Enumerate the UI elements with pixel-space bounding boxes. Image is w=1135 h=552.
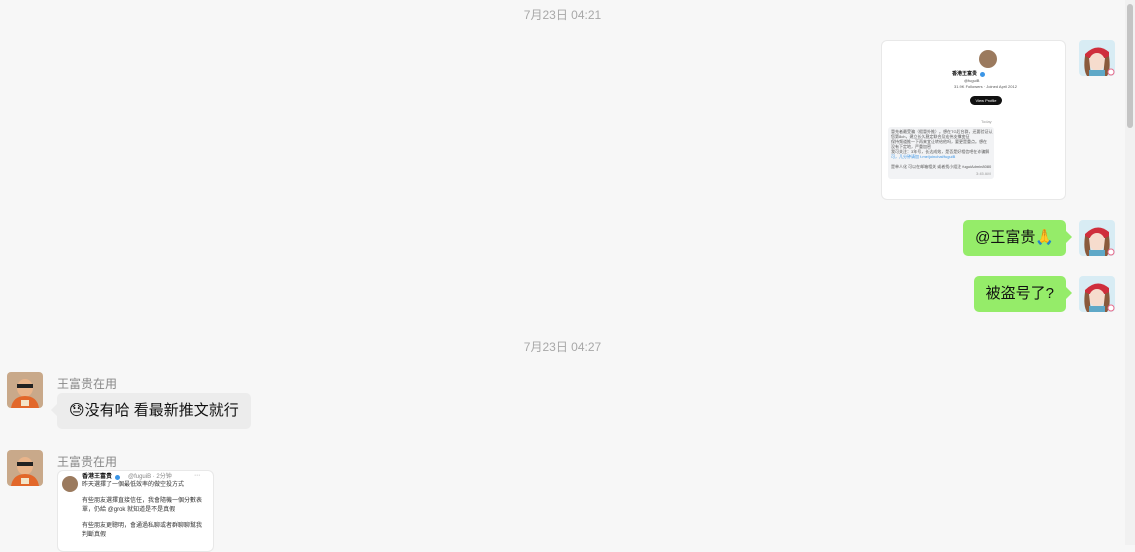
profile-day-label: Today	[981, 119, 992, 124]
tweet-avatar-icon	[62, 476, 78, 492]
profile-avatar-icon	[979, 50, 997, 68]
more-icon: ⋯	[194, 473, 200, 479]
timestamp-2: 7月23日 04:27	[523, 340, 602, 354]
sender-name: 王富贵在用	[57, 455, 118, 469]
timestamp-1: 7月23日 04:21	[523, 8, 602, 22]
profile-dm-bubble: 冒充者最受骗（假冒外推）。想在TG后台群，还要验证认 您第8ch，建立长久稳定联…	[888, 127, 994, 179]
profile-handle: @fuguiB	[964, 78, 980, 83]
message-mention-bubble[interactable]: @王富贵🙏	[963, 220, 1072, 256]
sender-name: 王富贵在用	[57, 377, 118, 391]
tweet-line: 有些朋友選擇直接信任，我會隨機一個分數表	[82, 498, 203, 504]
chat-scrollbar[interactable]	[1125, 0, 1135, 545]
scrollbar-thumb[interactable]	[1127, 4, 1133, 128]
self-avatar[interactable]	[1079, 276, 1115, 312]
verified-badge-icon	[115, 475, 120, 480]
dm-line: 可，几分钟请加 t.me/joinchat/fuguiB	[891, 154, 956, 159]
self-avatar[interactable]	[1079, 40, 1115, 76]
tweet-screenshot-image[interactable]: 香港王富贵 @fuguiB · 2分钟 ⋯ 昨天選擇了一個最低效率的做空投方式 …	[57, 470, 214, 552]
dm-line: 是单人化 可以在邮箱相关 或者找小组注 fuguiAdmin8080	[891, 164, 992, 169]
verified-badge-icon	[980, 72, 985, 77]
sender-avatar[interactable]	[7, 372, 43, 408]
message-stolen-bubble[interactable]: 被盗号了?	[973, 276, 1073, 312]
message-reply-bubble[interactable]: 😓没有哈 看最新推文就行	[51, 393, 251, 429]
profile-screenshot-image[interactable]: 香港王富贵 @fuguiB 31.9K Followers · Joined A…	[881, 40, 1066, 200]
view-profile-button: View Profile	[970, 96, 1002, 105]
tweet-line: 有些朋友更聰明，會通過私聊或者群聊聊幫我	[82, 523, 203, 529]
tweet-line: 判斷真假	[82, 532, 107, 538]
dm-time: 3:45 AM	[976, 171, 991, 176]
tweet-line: 昨天選擇了一個最低效率的做空投方式	[82, 482, 185, 488]
self-avatar[interactable]	[1079, 220, 1115, 256]
profile-stats: 31.9K Followers · Joined April 2012	[954, 84, 1017, 89]
sender-avatar[interactable]	[7, 450, 43, 486]
message-reply-text: 没有哈 看最新推文就行	[84, 402, 239, 419]
profile-name: 香港王富贵	[952, 71, 978, 77]
sweat-emoji-icon: 😓	[69, 402, 85, 419]
tweet-line: 單，仍給 @grok 就知道是不是真假	[82, 507, 176, 513]
